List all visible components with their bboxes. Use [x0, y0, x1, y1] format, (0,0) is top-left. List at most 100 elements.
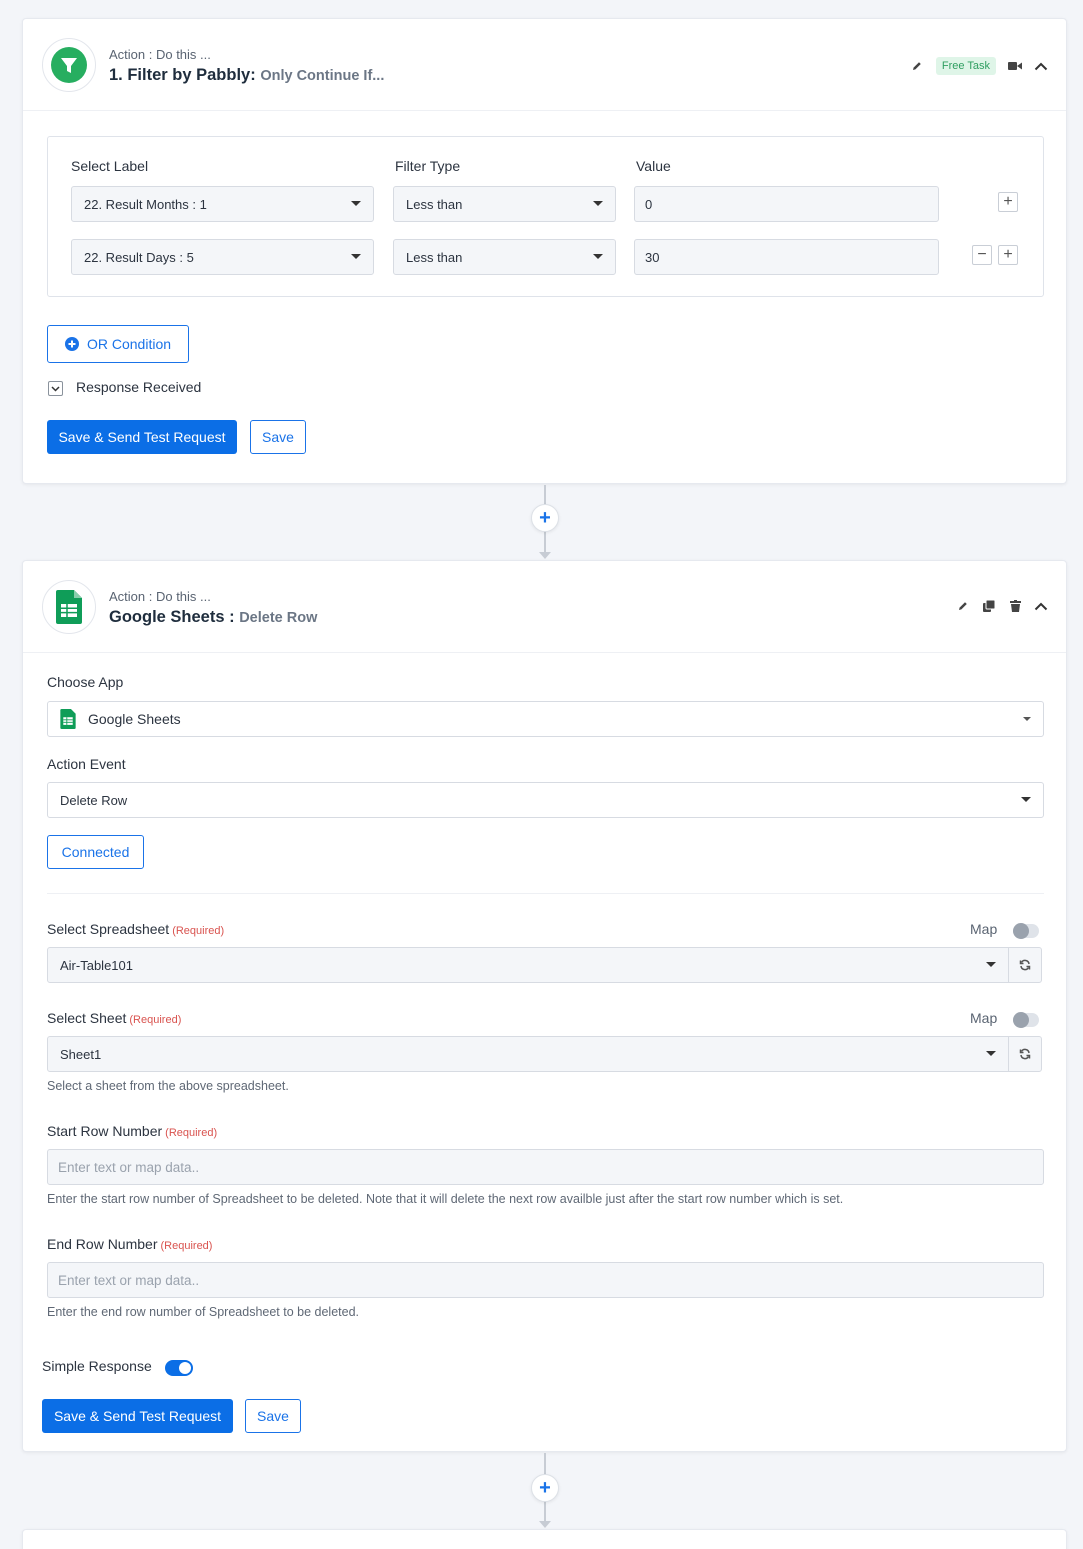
- dropdown-caret-icon: [593, 254, 603, 259]
- pencil-icon[interactable]: [910, 59, 924, 73]
- step-title: Google Sheets : Delete Row: [109, 608, 317, 627]
- end-row-input[interactable]: Enter text or map data..: [47, 1262, 1044, 1298]
- step-title-main: Google Sheets :: [109, 608, 235, 626]
- google-sheets-logo: [42, 580, 96, 634]
- or-condition-button[interactable]: OR Condition: [47, 325, 189, 363]
- save-button[interactable]: Save: [245, 1399, 301, 1433]
- minus-icon: −: [977, 246, 987, 263]
- map-sheet-toggle[interactable]: [1013, 1012, 1039, 1028]
- dropdown-caret-icon: [351, 201, 361, 206]
- condition-2-label-select[interactable]: 22. Result Days : 5: [71, 239, 374, 275]
- condition-1-type-select[interactable]: Less than: [393, 186, 616, 222]
- refresh-spreadsheet-button[interactable]: [1008, 947, 1042, 983]
- select-sheet-label: Select Sheet (Required): [47, 1010, 181, 1026]
- map-label: Map: [970, 1010, 998, 1026]
- choose-app-select[interactable]: Google Sheets: [47, 701, 1044, 737]
- add-condition-2-button[interactable]: +: [998, 245, 1018, 265]
- sheets-step-header[interactable]: Action : Do this ... Google Sheets : Del…: [23, 561, 1066, 653]
- dropdown-caret-icon: [986, 962, 996, 967]
- google-sheets-step-card: Action : Do this ... Google Sheets : Del…: [22, 560, 1067, 1452]
- dropdown-caret-icon: [986, 1051, 996, 1056]
- start-row-text: Start Row Number: [47, 1123, 163, 1139]
- refresh-sheet-button[interactable]: [1008, 1036, 1042, 1072]
- sheets-icon: [56, 590, 82, 624]
- select-spreadsheet-label: Select Spreadsheet (Required): [47, 921, 224, 937]
- add-step-button[interactable]: +: [531, 1474, 559, 1502]
- choose-app-label: Choose App: [47, 674, 124, 690]
- filter-step-card: Action : Do this ... 1. Filter by Pabbly…: [22, 18, 1067, 484]
- sheet-helper-text: Select a sheet from the above spreadshee…: [47, 1079, 289, 1093]
- start-row-input[interactable]: Enter text or map data..: [47, 1149, 1044, 1185]
- section-divider: [47, 893, 1044, 894]
- response-received-label: Response Received: [76, 379, 202, 395]
- required-marker: (Required): [172, 925, 225, 937]
- action-event-label: Action Event: [47, 756, 126, 772]
- simple-response-toggle[interactable]: [165, 1360, 193, 1376]
- spreadsheet-value: Air-Table101: [60, 957, 133, 973]
- add-step-button[interactable]: +: [531, 504, 559, 532]
- condition-2-type-value: Less than: [406, 249, 463, 265]
- filter-conditions-box: Select Label Filter Type Value 22. Resul…: [47, 136, 1044, 297]
- start-row-helper-text: Enter the start row number of Spreadshee…: [47, 1192, 844, 1206]
- select-label-header: Select Label: [71, 158, 149, 174]
- save-send-test-button[interactable]: Save & Send Test Request: [47, 420, 237, 454]
- action-event-select[interactable]: Delete Row: [47, 782, 1044, 818]
- select-spreadsheet-text: Select Spreadsheet: [47, 921, 170, 937]
- condition-2-label-value: 22. Result Days : 5: [84, 249, 194, 265]
- remove-condition-2-button[interactable]: −: [972, 245, 992, 265]
- step-title-detail: Only Continue If...: [260, 68, 385, 84]
- plus-icon: +: [539, 506, 551, 529]
- condition-1-label-value: 22. Result Months : 1: [84, 196, 207, 212]
- plus-icon: +: [539, 1476, 551, 1499]
- end-row-label: End Row Number (Required): [47, 1236, 212, 1252]
- chevron-up-icon[interactable]: [1034, 599, 1048, 613]
- free-task-badge: Free Task: [935, 57, 996, 75]
- condition-2-value-input[interactable]: 30: [634, 239, 939, 275]
- step-subtitle: Action : Do this ...: [109, 589, 211, 604]
- chevron-down-icon: [51, 385, 60, 392]
- pabbly-filter-logo: [42, 38, 96, 92]
- sheets-icon: [60, 709, 76, 729]
- dropdown-caret-icon: [593, 201, 603, 206]
- connector-arrow: [539, 552, 551, 559]
- connector-arrow: [539, 1521, 551, 1528]
- sheet-select[interactable]: Sheet1: [47, 1036, 1009, 1072]
- plus-circle-icon: [64, 337, 79, 351]
- dropdown-caret-icon: [1021, 797, 1031, 802]
- sheet-value: Sheet1: [60, 1046, 102, 1062]
- map-spreadsheet-toggle[interactable]: [1013, 923, 1039, 939]
- condition-1-label-select[interactable]: 22. Result Months : 1: [71, 186, 374, 222]
- action-event-value: Delete Row: [60, 792, 128, 808]
- connected-button[interactable]: Connected: [47, 835, 144, 869]
- next-step-card: [22, 1529, 1067, 1549]
- step-subtitle: Action : Do this ...: [109, 47, 211, 62]
- dropdown-caret-icon: [351, 254, 361, 259]
- response-received-toggle[interactable]: [48, 381, 63, 396]
- simple-response-label: Simple Response: [42, 1358, 152, 1374]
- save-send-test-button[interactable]: Save & Send Test Request: [42, 1399, 233, 1433]
- copy-icon[interactable]: [982, 599, 996, 613]
- required-marker: (Required): [165, 1127, 218, 1139]
- end-row-text: End Row Number: [47, 1236, 158, 1252]
- step-title-main: 1. Filter by Pabbly:: [109, 66, 256, 84]
- map-label: Map: [970, 921, 998, 937]
- trash-icon[interactable]: [1008, 599, 1022, 613]
- video-icon[interactable]: [1008, 59, 1022, 73]
- step-header-actions: [956, 599, 1048, 613]
- filter-step-header[interactable]: Action : Do this ... 1. Filter by Pabbly…: [23, 19, 1066, 111]
- choose-app-value: Google Sheets: [88, 711, 181, 727]
- select-sheet-text: Select Sheet: [47, 1010, 127, 1026]
- required-marker: (Required): [160, 1240, 213, 1252]
- spreadsheet-select[interactable]: Air-Table101: [47, 947, 1009, 983]
- condition-1-value-input[interactable]: 0: [634, 186, 939, 222]
- plus-icon: +: [1003, 193, 1013, 210]
- refresh-icon: [1019, 959, 1031, 971]
- end-row-helper-text: Enter the end row number of Spreadsheet …: [47, 1305, 360, 1319]
- chevron-up-icon[interactable]: [1034, 59, 1048, 73]
- plus-icon: +: [1003, 246, 1013, 263]
- add-condition-1-button[interactable]: +: [998, 192, 1018, 212]
- condition-2-type-select[interactable]: Less than: [393, 239, 616, 275]
- save-button[interactable]: Save: [250, 420, 306, 454]
- required-marker: (Required): [129, 1014, 182, 1026]
- pencil-icon[interactable]: [956, 599, 970, 613]
